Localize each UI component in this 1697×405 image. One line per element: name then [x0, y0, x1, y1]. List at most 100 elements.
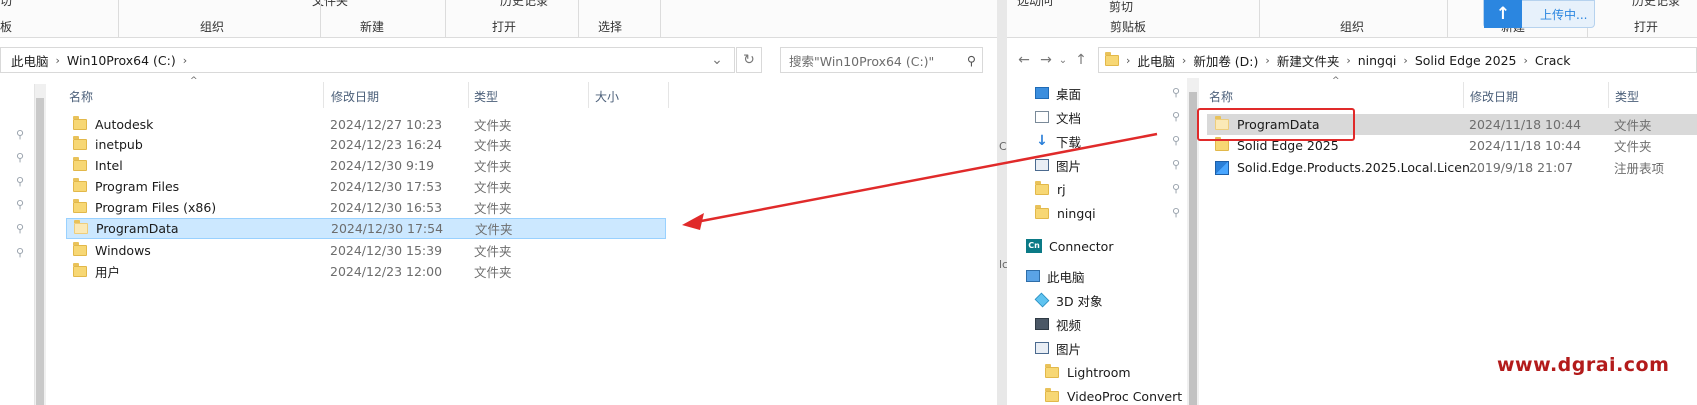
- file-row[interactable]: 用户 2024/12/23 12:00 文件夹: [66, 261, 626, 282]
- file-row[interactable]: inetpub 2024/12/23 16:24 文件夹: [66, 134, 626, 155]
- file-type: 文件夹: [474, 265, 512, 280]
- column-header-type[interactable]: 类型: [474, 88, 498, 112]
- breadcrumb-drive-d[interactable]: 新加卷 (D:): [1189, 51, 1262, 70]
- breadcrumb-solid-edge-2025[interactable]: Solid Edge 2025: [1411, 53, 1521, 68]
- file-row[interactable]: Autodesk 2024/12/27 10:23 文件夹: [66, 114, 626, 135]
- back-icon[interactable]: ←: [1013, 47, 1035, 73]
- column-header-size[interactable]: 大小: [595, 88, 619, 112]
- pin-icon[interactable]: ⚲: [16, 128, 24, 141]
- registry-file-icon: [1215, 160, 1229, 175]
- breadcrumb-new-folder[interactable]: 新建文件夹: [1273, 51, 1344, 70]
- chevron-right-icon[interactable]: ›: [1123, 54, 1133, 67]
- ribbon-fragment[interactable]: 剪切: [1109, 0, 1133, 15]
- ribbon-group-select: 选择: [598, 20, 623, 34]
- chevron-right-icon[interactable]: ›: [53, 54, 63, 67]
- file-type: 文件夹: [474, 159, 512, 174]
- column-header-date[interactable]: 修改日期: [1470, 88, 1518, 112]
- ribbon-fragment[interactable]: 历史记录: [1632, 0, 1680, 9]
- search-input[interactable]: 搜索"Win10Prox64 (C:)" ⚲: [780, 47, 983, 73]
- forward-icon[interactable]: →: [1035, 47, 1057, 73]
- address-bar[interactable]: › 此电脑 › 新加卷 (D:) › 新建文件夹 › ningqi › Soli…: [1098, 47, 1697, 73]
- nav-item-label: 图片: [1056, 158, 1082, 174]
- nav-item[interactable]: 图片: [1035, 338, 1081, 358]
- chevron-right-icon[interactable]: ›: [1179, 54, 1189, 67]
- pin-icon[interactable]: ⚲: [16, 246, 24, 259]
- ribbon-fragment[interactable]: 选动问: [1017, 0, 1053, 9]
- chevron-right-icon[interactable]: ›: [1400, 54, 1410, 67]
- ribbon-group-new: 新建: [360, 20, 385, 34]
- nav-item[interactable]: ningqi: [1035, 203, 1096, 223]
- chevron-right-icon[interactable]: ›: [1262, 54, 1272, 67]
- breadcrumb-this-pc[interactable]: 此电脑: [1, 51, 53, 70]
- nav-item[interactable]: 视频: [1035, 314, 1081, 334]
- column-header-date[interactable]: 修改日期: [331, 88, 379, 112]
- folder-icon: [73, 157, 87, 171]
- breadcrumb-drive-c[interactable]: Win10Prox64 (C:): [63, 53, 180, 68]
- nav-item[interactable]: ↓ 下载: [1035, 131, 1081, 151]
- file-row[interactable]: ProgramData 2024/12/30 17:54 文件夹: [66, 218, 666, 239]
- folder-icon: [1035, 180, 1049, 195]
- chevron-right-icon[interactable]: ›: [180, 54, 190, 67]
- column-header-name[interactable]: 名称: [69, 88, 93, 112]
- nav-item[interactable]: 文档: [1035, 107, 1081, 127]
- file-date: 2019/9/18 21:07: [1469, 160, 1574, 175]
- file-row[interactable]: Program Files (x86) 2024/12/30 16:53 文件夹: [66, 197, 626, 218]
- document-icon: [1035, 111, 1049, 123]
- ribbon-group-open: 打开: [1634, 20, 1659, 34]
- nav-item[interactable]: VideoProc Convert: [1045, 386, 1182, 405]
- pin-icon[interactable]: ⚲: [16, 175, 24, 188]
- refresh-icon[interactable]: ↻: [736, 47, 762, 73]
- ribbon-fragment[interactable]: 文件夹: [312, 0, 348, 9]
- folder-icon: [1045, 387, 1059, 402]
- folder-icon: [73, 199, 87, 213]
- file-type: 文件夹: [474, 180, 512, 195]
- folder-icon: [73, 242, 87, 256]
- pin-icon[interactable]: ⚲: [1172, 86, 1180, 99]
- nav-scrollbar-thumb[interactable]: [1189, 92, 1197, 405]
- upload-progress-toast[interactable]: ↑ 上传中...: [1483, 0, 1595, 28]
- breadcrumb-this-pc[interactable]: 此电脑: [1133, 51, 1179, 70]
- nav-item[interactable]: 3D 对象: [1034, 290, 1103, 310]
- breadcrumb-crack[interactable]: Crack: [1531, 53, 1575, 68]
- address-bar[interactable]: 此电脑 › Win10Prox64 (C:) ›: [0, 47, 735, 73]
- highlight-annotation-box: [1197, 108, 1355, 141]
- pin-icon[interactable]: ⚲: [1172, 182, 1180, 195]
- pin-icon[interactable]: ⚲: [1172, 110, 1180, 123]
- pin-icon[interactable]: ⚲: [16, 151, 24, 164]
- nav-item[interactable]: Lightroom: [1045, 362, 1131, 382]
- up-icon[interactable]: ↑: [1070, 47, 1092, 73]
- ribbon-fragment[interactable]: 切: [0, 0, 12, 9]
- nav-item[interactable]: rj: [1035, 179, 1066, 199]
- chevron-right-icon[interactable]: ›: [1343, 54, 1353, 67]
- file-date: 2024/12/30 16:53: [330, 200, 443, 215]
- search-icon[interactable]: ⚲: [967, 53, 976, 68]
- breadcrumb-ningqi[interactable]: ningqi: [1354, 53, 1401, 68]
- pin-icon[interactable]: ⚲: [16, 222, 24, 235]
- nav-item[interactable]: 此电脑: [1026, 266, 1085, 286]
- file-row[interactable]: Program Files 2024/12/30 17:53 文件夹: [66, 176, 626, 197]
- ribbon-fragment[interactable]: 历史记录: [500, 0, 548, 9]
- file-name: Solid.Edge.Products.2025.Local.Licen...: [1237, 160, 1482, 175]
- file-name: 用户: [95, 265, 121, 280]
- nav-item-label: VideoProc Convert: [1067, 388, 1183, 404]
- file-row[interactable]: Windows 2024/12/30 15:39 文件夹: [66, 240, 626, 261]
- nav-scrollbar-thumb[interactable]: [36, 98, 44, 405]
- recent-dropdown-icon[interactable]: ⌄: [1055, 47, 1071, 73]
- file-type: 文件夹: [474, 244, 512, 259]
- pin-icon[interactable]: ⚲: [1172, 158, 1180, 171]
- folder-icon: [1035, 204, 1049, 219]
- nav-item[interactable]: Cn Connector: [1026, 236, 1113, 256]
- pin-icon[interactable]: ⚲: [16, 198, 24, 211]
- column-header-type[interactable]: 类型: [1615, 88, 1639, 112]
- file-row[interactable]: Solid.Edge.Products.2025.Local.Licen... 2…: [1207, 157, 1697, 178]
- left-explorer-window: 切 文件夹 历史记录 板 组织 新建 打开 选择 此电脑 › Win10Prox…: [0, 0, 997, 405]
- nav-item[interactable]: 桌面: [1035, 83, 1081, 103]
- upload-arrow-icon[interactable]: ↑: [1484, 0, 1522, 28]
- nav-item[interactable]: 图片: [1035, 155, 1081, 175]
- chevron-right-icon[interactable]: ›: [1521, 54, 1531, 67]
- pin-icon[interactable]: ⚲: [1172, 206, 1180, 219]
- file-row[interactable]: Intel 2024/12/30 9:19 文件夹: [66, 155, 626, 176]
- pin-icon[interactable]: ⚲: [1172, 134, 1180, 147]
- address-dropdown-icon[interactable]: ⌄: [704, 47, 730, 73]
- connector-icon: Cn: [1026, 239, 1042, 253]
